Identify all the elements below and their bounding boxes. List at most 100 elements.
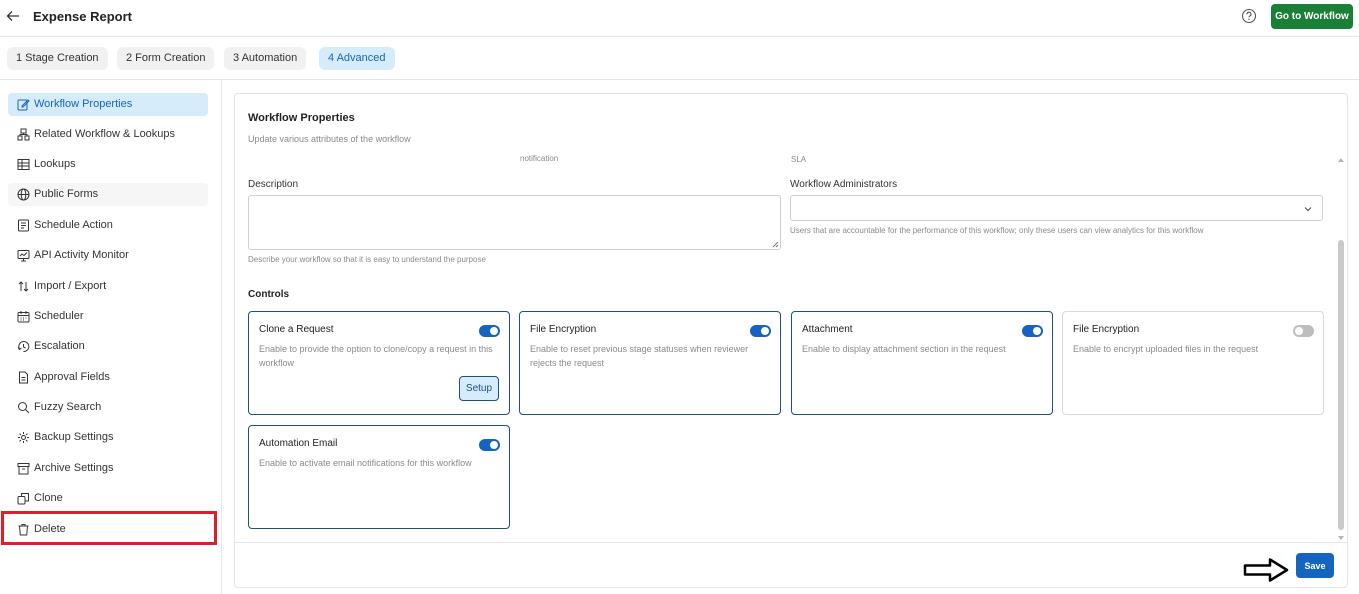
file-encryption-toggle[interactable] <box>1293 325 1314 337</box>
arrow-left-icon[interactable] <box>6 9 20 23</box>
sidebar-item-label: Lookups <box>34 158 76 170</box>
sidebar: Workflow Properties Related Workflow & L… <box>0 80 222 594</box>
sidebar-item-label: Approval Fields <box>34 371 110 383</box>
sidebar-item-label: API Activity Monitor <box>34 249 129 261</box>
question-circle-icon[interactable] <box>1241 8 1257 24</box>
sidebar-item-label: Related Workflow & Lookups <box>34 128 176 140</box>
controls-title: Controls <box>248 289 290 300</box>
toggle-knob <box>490 327 498 335</box>
control-card-clone-request: Clone a Request Enable to provide the op… <box>248 311 510 415</box>
notification-label: notification <box>520 154 559 163</box>
sidebar-item-escalation[interactable]: Escalation <box>8 335 208 358</box>
gear-icon <box>18 432 29 443</box>
sidebar-item-public-forms[interactable]: Public Forms <box>8 183 208 206</box>
document-icon <box>19 371 28 384</box>
administrators-label: Workflow Administrators <box>790 179 898 190</box>
hierarchy-icon <box>17 128 30 141</box>
tab-advanced[interactable]: 4 Advanced <box>319 47 395 70</box>
sidebar-item-label: Import / Export <box>34 280 107 292</box>
toggle-knob <box>490 441 498 449</box>
control-card-title: File Encryption <box>530 324 597 335</box>
sidebar-item-label: Clone <box>34 492 63 504</box>
escalation-icon <box>17 341 30 353</box>
control-card-desc: Enable to provide the option to clone/co… <box>259 344 493 368</box>
sidebar-item-workflow-properties[interactable]: Workflow Properties <box>8 93 208 116</box>
list-icon <box>18 219 29 232</box>
workflow-properties-panel: Workflow Properties Update various attri… <box>234 93 1348 588</box>
sidebar-item-scheduler[interactable]: Scheduler <box>8 305 208 328</box>
control-card-automation-email: Automation Email Enable to activate emai… <box>248 425 510 529</box>
delete-highlight-box <box>1 511 217 545</box>
sidebar-item-archive-settings[interactable]: Archive Settings <box>8 457 208 480</box>
panel-title: Workflow Properties <box>248 112 355 124</box>
sidebar-item-clone[interactable]: Clone <box>8 487 208 510</box>
footer-divider <box>235 542 1347 543</box>
file-encryption-reset-toggle[interactable] <box>750 325 771 337</box>
toggle-knob <box>761 327 769 335</box>
sidebar-item-label: Workflow Properties <box>34 98 133 110</box>
archive-icon <box>17 463 30 475</box>
sidebar-item-fuzzy-search[interactable]: Fuzzy Search <box>8 396 208 419</box>
sla-label: SLA <box>791 155 807 164</box>
go-to-workflow-button[interactable]: Go to Workflow <box>1271 4 1353 29</box>
administrators-select[interactable] <box>790 195 1323 221</box>
search-icon <box>18 402 30 414</box>
sidebar-item-label: Fuzzy Search <box>34 401 102 413</box>
control-card-file-encryption-reset: File Encryption Enable to reset previous… <box>519 311 781 415</box>
setup-button[interactable]: Setup <box>459 376 499 401</box>
sidebar-item-approval-fields[interactable]: Approval Fields <box>8 366 208 389</box>
control-card-title: File Encryption <box>1073 324 1140 335</box>
globe-icon <box>17 188 30 201</box>
tab-form-creation[interactable]: 2 Form Creation <box>117 47 215 70</box>
monitor-icon <box>17 250 30 262</box>
control-card-desc: Enable to encrypt uploaded files in the … <box>1073 344 1259 354</box>
top-bar: Expense Report Go to Workflow <box>0 0 1359 37</box>
sidebar-item-related-workflow[interactable]: Related Workflow & Lookups <box>8 123 208 146</box>
sidebar-item-label: Backup Settings <box>34 431 114 443</box>
clone-request-toggle[interactable] <box>479 325 500 337</box>
scroll-thumb[interactable] <box>1338 240 1344 530</box>
sidebar-item-api-activity-monitor[interactable]: API Activity Monitor <box>8 244 208 267</box>
sidebar-item-label: Schedule Action <box>34 219 113 231</box>
sidebar-item-label: Escalation <box>34 340 85 352</box>
administrators-hint: Users that are accountable for the perfo… <box>790 226 1204 235</box>
tab-automation[interactable]: 3 Automation <box>224 47 307 70</box>
control-card-title: Attachment <box>802 324 853 335</box>
table-icon <box>17 159 30 170</box>
resize-handle-icon[interactable] <box>771 240 779 248</box>
edit-icon <box>17 99 30 111</box>
control-card-file-encryption: File Encryption Enable to encrypt upload… <box>1062 311 1324 415</box>
description-textarea[interactable] <box>248 195 781 250</box>
sidebar-item-import-export[interactable]: Import / Export <box>8 275 208 298</box>
page-title: Expense Report <box>33 9 132 24</box>
toggle-knob <box>1295 327 1303 335</box>
control-card-desc: Enable to display attachment section in … <box>802 344 1006 354</box>
sidebar-item-lookups[interactable]: Lookups <box>8 153 208 176</box>
scroll-up-icon[interactable] <box>1337 156 1345 164</box>
sidebar-item-backup-settings[interactable]: Backup Settings <box>8 426 208 449</box>
description-hint: Describe your workflow so that it is eas… <box>248 255 486 264</box>
toggle-knob <box>1033 327 1041 335</box>
panel-subtitle: Update various attributes of the workflo… <box>248 134 411 144</box>
copy-icon <box>17 493 29 505</box>
panel-scrollbar[interactable] <box>1336 156 1346 542</box>
sidebar-item-schedule-action[interactable]: Schedule Action <box>8 214 208 237</box>
control-card-desc: Enable to activate email notifications f… <box>259 458 472 468</box>
sidebar-item-label: Scheduler <box>34 310 84 322</box>
chevron-down-icon <box>1304 207 1312 212</box>
scroll-down-icon[interactable] <box>1337 534 1345 542</box>
swap-icon <box>18 281 29 292</box>
calendar-icon <box>17 311 30 323</box>
control-card-desc: Enable to reset previous stage statuses … <box>530 344 749 368</box>
control-card-title: Clone a Request <box>259 324 334 335</box>
save-button[interactable]: Save <box>1296 553 1334 578</box>
attachment-toggle[interactable] <box>1022 325 1043 337</box>
arrow-right-icon <box>1243 558 1289 582</box>
control-card-attachment: Attachment Enable to display attachment … <box>791 311 1053 415</box>
tab-stage-creation[interactable]: 1 Stage Creation <box>7 47 108 70</box>
sidebar-item-label: Archive Settings <box>34 462 114 474</box>
description-label: Description <box>248 179 299 190</box>
sidebar-item-label: Public Forms <box>34 188 99 200</box>
automation-email-toggle[interactable] <box>479 439 500 451</box>
step-tabs: 1 Stage Creation 2 Form Creation 3 Autom… <box>0 37 1359 80</box>
